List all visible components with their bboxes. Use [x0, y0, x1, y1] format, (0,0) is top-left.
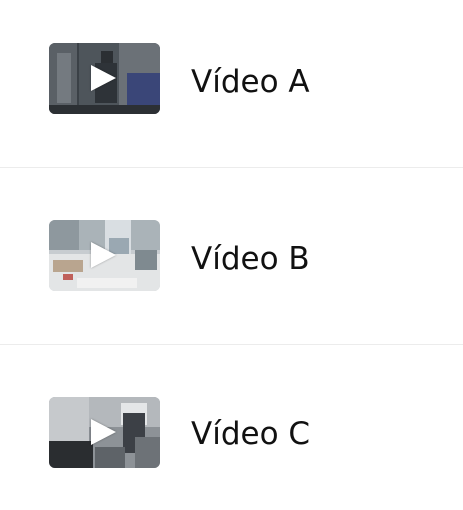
play-icon	[91, 419, 116, 445]
video-title: Vídeo C	[191, 416, 311, 452]
video-list-item-a[interactable]: Vídeo A	[0, 0, 463, 168]
play-icon	[91, 65, 116, 91]
play-icon	[91, 242, 116, 268]
video-thumbnail[interactable]	[49, 220, 160, 291]
video-title: Vídeo A	[191, 64, 310, 100]
video-title: Vídeo B	[191, 241, 310, 277]
video-thumbnail[interactable]	[49, 397, 160, 468]
video-thumbnail[interactable]	[49, 43, 160, 114]
video-list-item-b[interactable]: Vídeo B	[0, 168, 463, 345]
video-list: Vídeo A Vídeo B Vídeo C	[0, 0, 463, 510]
video-list-item-c[interactable]: Vídeo C	[0, 345, 463, 510]
